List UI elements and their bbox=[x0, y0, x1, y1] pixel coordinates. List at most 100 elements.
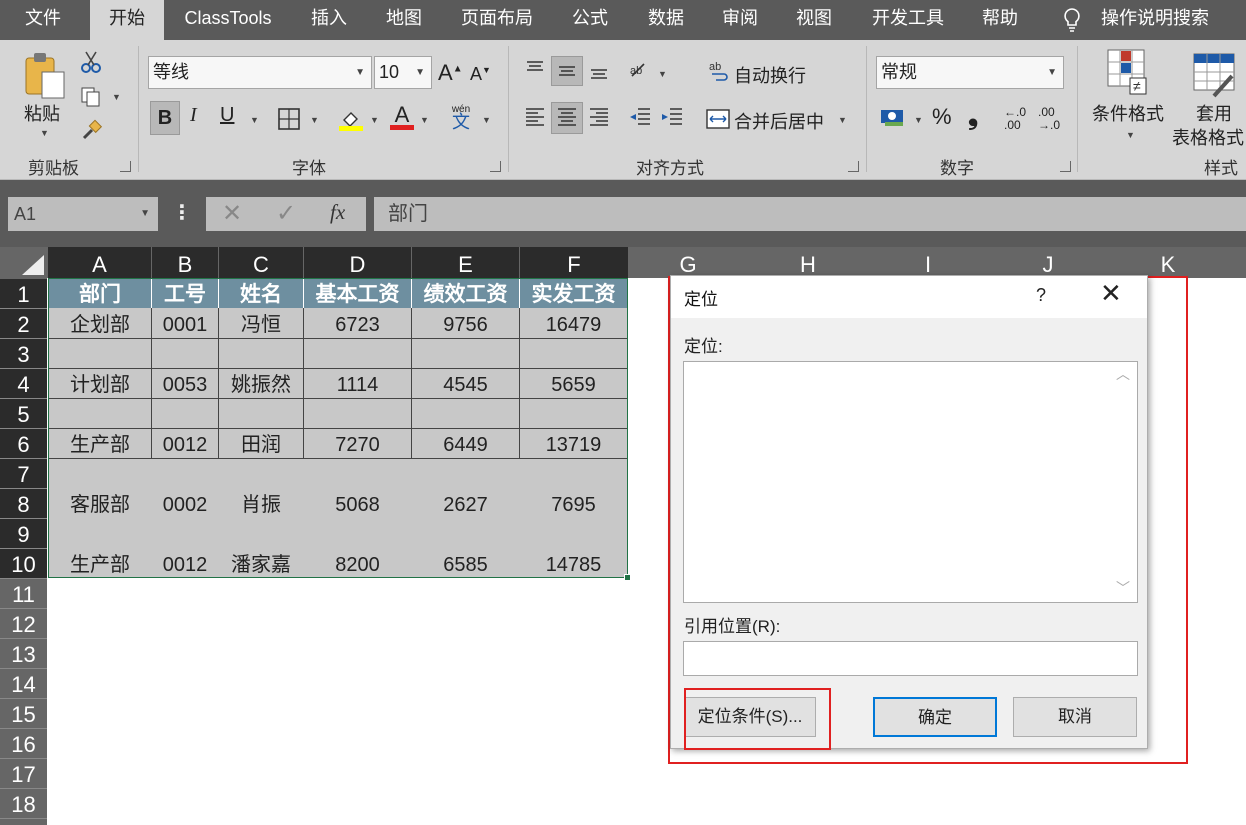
table-header-cell[interactable]: 绩效工资 bbox=[412, 279, 520, 308]
help-button[interactable]: ? bbox=[1036, 285, 1046, 306]
tab-home[interactable]: 开始 bbox=[90, 0, 164, 40]
row-header[interactable]: 3 bbox=[0, 339, 47, 369]
scroll-up-icon[interactable]: ︿ bbox=[1116, 364, 1130, 384]
tab-view[interactable]: 视图 bbox=[786, 0, 842, 40]
merge-center-icon[interactable] bbox=[706, 108, 730, 135]
close-icon[interactable]: ✕ bbox=[1100, 278, 1122, 309]
percent-button[interactable]: % bbox=[932, 104, 952, 130]
tab-developer[interactable]: 开发工具 bbox=[862, 0, 954, 40]
row-header[interactable]: 18 bbox=[0, 789, 47, 819]
alignment-launcher-icon[interactable] bbox=[848, 161, 859, 172]
table-cell[interactable]: 5659 bbox=[520, 369, 627, 399]
reference-input[interactable] bbox=[683, 641, 1138, 676]
table-cell[interactable]: 14785 bbox=[520, 549, 627, 579]
tab-page-layout[interactable]: 页面布局 bbox=[452, 0, 542, 40]
confirm-entry-icon[interactable]: ✓ bbox=[276, 199, 296, 228]
row-header[interactable]: 9 bbox=[0, 519, 47, 549]
table-header-cell[interactable]: 基本工资 bbox=[304, 279, 412, 308]
table-cell[interactable]: 7270 bbox=[304, 429, 411, 459]
column-header-j[interactable]: J bbox=[988, 247, 1108, 278]
borders-dropdown-icon[interactable]: ▼ bbox=[310, 115, 319, 125]
merge-dropdown-icon[interactable]: ▼ bbox=[838, 115, 847, 125]
clipboard-launcher-icon[interactable] bbox=[120, 161, 131, 172]
insert-function-button[interactable]: fx bbox=[330, 200, 345, 225]
row-header[interactable]: 17 bbox=[0, 759, 47, 789]
fill-color-dropdown-icon[interactable]: ▼ bbox=[370, 115, 379, 125]
increase-decimal-button[interactable]: ←.0.00 bbox=[1004, 106, 1026, 132]
listbox-scrollbar[interactable]: ︿ ﹀ bbox=[1110, 362, 1137, 602]
align-right-icon[interactable] bbox=[588, 106, 610, 133]
table-cell[interactable]: 6449 bbox=[412, 429, 519, 459]
currency-dropdown-icon[interactable]: ▼ bbox=[914, 115, 923, 125]
conditional-dropdown-icon[interactable]: ▼ bbox=[1126, 130, 1135, 140]
table-header-cell[interactable]: 部门 bbox=[49, 279, 152, 308]
tab-help[interactable]: 帮助 bbox=[972, 0, 1028, 40]
format-as-table-icon[interactable] bbox=[1192, 52, 1238, 103]
cancel-entry-icon[interactable]: ✕ bbox=[222, 199, 242, 228]
row-header[interactable]: 5 bbox=[0, 399, 47, 429]
format-as-table-line2[interactable]: 表格格式 bbox=[1172, 124, 1244, 150]
row-header[interactable]: 13 bbox=[0, 639, 47, 669]
grow-font-button[interactable]: A▲ bbox=[438, 60, 463, 86]
column-header-b[interactable]: B bbox=[152, 247, 218, 278]
tab-review[interactable]: 审阅 bbox=[712, 0, 768, 40]
align-center-icon[interactable] bbox=[551, 102, 583, 134]
phonetic-dropdown-icon[interactable]: ▼ bbox=[482, 115, 491, 125]
column-header-k[interactable]: K bbox=[1108, 247, 1228, 278]
merge-center-button[interactable]: 合并后居中 bbox=[734, 108, 824, 134]
table-cell[interactable]: 9756 bbox=[412, 309, 519, 339]
comma-button[interactable]: ❟ bbox=[968, 100, 978, 132]
borders-icon[interactable] bbox=[278, 108, 300, 135]
tab-formulas[interactable]: 公式 bbox=[562, 0, 618, 40]
copy-icon[interactable] bbox=[80, 86, 102, 113]
tab-file[interactable]: 文件 bbox=[10, 0, 76, 40]
underline-dropdown-icon[interactable]: ▼ bbox=[250, 115, 259, 125]
table-cell[interactable]: 16479 bbox=[520, 309, 627, 339]
row-header[interactable]: 1 bbox=[0, 279, 47, 309]
row-header[interactable]: 10 bbox=[0, 549, 47, 579]
row-header[interactable]: 4 bbox=[0, 369, 47, 399]
fill-color-icon[interactable] bbox=[338, 106, 364, 137]
column-header-f[interactable]: F bbox=[520, 247, 628, 278]
row-header[interactable]: 12 bbox=[0, 609, 47, 639]
table-cell[interactable]: 0001 bbox=[152, 309, 218, 339]
conditional-formatting-icon[interactable]: ≠ bbox=[1106, 48, 1152, 101]
italic-button[interactable]: I bbox=[190, 104, 197, 127]
tab-classtools[interactable]: ClassTools bbox=[176, 0, 280, 40]
tab-data[interactable]: 数据 bbox=[638, 0, 694, 40]
table-cell[interactable]: 0002 bbox=[152, 489, 218, 519]
shrink-font-button[interactable]: A▼ bbox=[470, 64, 491, 85]
wrap-text-button[interactable]: 自动换行 bbox=[734, 62, 806, 88]
increase-indent-icon[interactable] bbox=[660, 106, 684, 133]
table-cell[interactable]: 冯恒 bbox=[219, 309, 303, 339]
phonetic-guide-button[interactable]: wén 文 bbox=[450, 104, 472, 131]
table-cell[interactable]: 2627 bbox=[412, 489, 519, 519]
table-cell[interactable]: 5068 bbox=[304, 489, 411, 519]
column-header-g[interactable]: G bbox=[628, 247, 748, 278]
formula-input[interactable]: 部门 bbox=[374, 197, 1246, 231]
font-size-combo[interactable]: 10 ▼ bbox=[374, 56, 432, 89]
row-header[interactable]: 11 bbox=[0, 579, 47, 609]
table-cell[interactable]: 6585 bbox=[412, 549, 519, 579]
table-cell[interactable]: 13719 bbox=[520, 429, 627, 459]
table-header-cell[interactable]: 工号 bbox=[152, 279, 219, 308]
column-header-h[interactable]: H bbox=[748, 247, 868, 278]
copy-dropdown-icon[interactable]: ▼ bbox=[112, 92, 121, 102]
table-cell[interactable]: 生产部 bbox=[49, 429, 151, 459]
ok-button[interactable]: 确定 bbox=[873, 697, 997, 737]
table-cell[interactable]: 生产部 bbox=[49, 549, 151, 579]
row-header[interactable]: 2 bbox=[0, 309, 47, 339]
middle-align-icon[interactable] bbox=[551, 56, 583, 86]
select-all-button[interactable] bbox=[0, 247, 48, 278]
paste-button[interactable]: 粘贴 bbox=[24, 100, 60, 126]
bottom-align-icon[interactable] bbox=[588, 58, 610, 85]
column-header-a[interactable]: A bbox=[48, 247, 151, 278]
table-cell[interactable]: 肖振 bbox=[219, 489, 303, 519]
number-format-combo[interactable]: 常规 ▼ bbox=[876, 56, 1064, 89]
font-color-button[interactable]: A bbox=[390, 102, 414, 130]
format-painter-icon[interactable] bbox=[80, 118, 104, 147]
row-header[interactable]: 7 bbox=[0, 459, 47, 489]
table-cell[interactable]: 姚振然 bbox=[219, 369, 303, 399]
table-cell[interactable]: 1114 bbox=[304, 369, 411, 399]
underline-button[interactable]: U bbox=[220, 104, 234, 127]
